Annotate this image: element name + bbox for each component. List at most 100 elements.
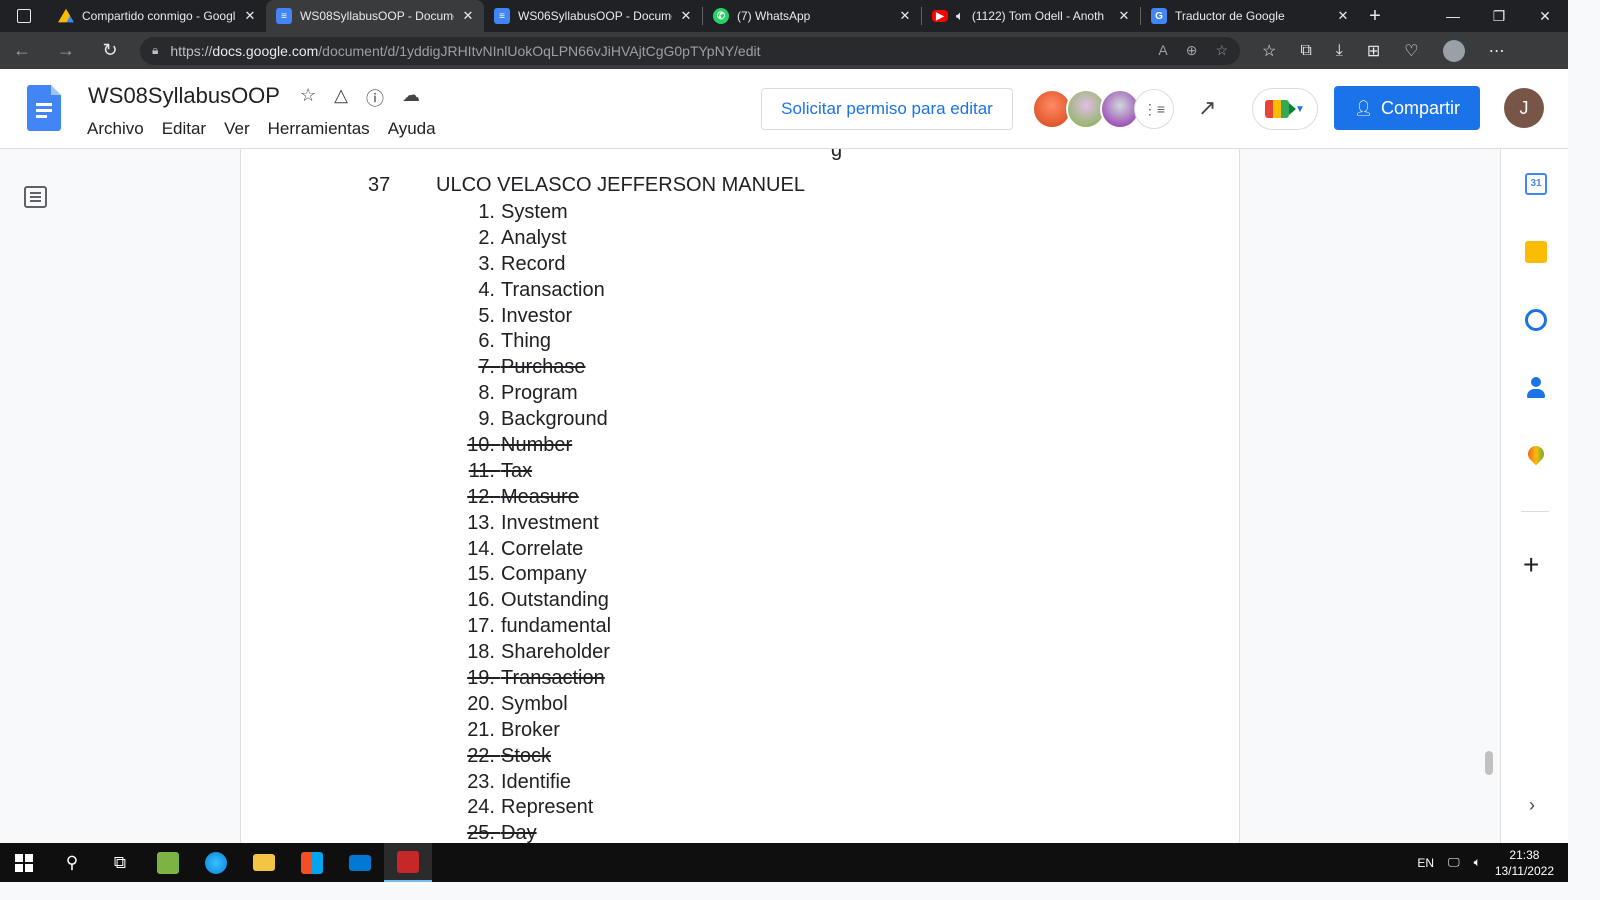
list-item-number: 6. [478, 330, 495, 353]
star-icon[interactable]: ☆ [300, 85, 316, 111]
contacts-icon[interactable] [1525, 377, 1547, 399]
close-tab-icon[interactable]: ✕ [678, 8, 694, 24]
volume-icon[interactable]: 🔈︎ [1474, 855, 1481, 870]
store-app-icon[interactable] [144, 843, 192, 882]
chevron-right-icon[interactable]: › [1529, 795, 1535, 816]
activity-dashboard-icon[interactable]: ↗ [1198, 95, 1216, 121]
youtube-icon: ▶ [932, 10, 948, 22]
browser-tab-strip: Compartido conmigo - Googl ✕ ≡ WS08Sylla… [0, 0, 1568, 32]
keep-icon[interactable] [1525, 241, 1547, 263]
windows-icon [15, 853, 33, 872]
people-icon: 👤︎ [1353, 100, 1374, 117]
running-app-icon[interactable] [384, 843, 432, 882]
show-all-viewers-icon[interactable]: ⋮≡ [1134, 89, 1174, 129]
menu-editar[interactable]: Editar [162, 119, 206, 139]
tab-title: Traductor de Google [1175, 9, 1285, 23]
list-item-text: Company [501, 563, 587, 586]
document-page[interactable]: g 37 ULCO VELASCO JEFFERSON MANUEL 1. Sy… [240, 149, 1240, 843]
settings-menu-icon[interactable]: ⋯ [1489, 41, 1505, 61]
close-tab-icon[interactable]: ✕ [1116, 8, 1132, 24]
close-tab-icon[interactable]: ✕ [897, 8, 913, 24]
cloud-status-icon[interactable]: ☁ [402, 85, 420, 111]
list-item-text: fundamental [501, 615, 612, 638]
list-item: 10. Number [465, 432, 611, 458]
lock-icon[interactable]: 🔒︎ [152, 43, 158, 58]
tab-whatsapp[interactable]: ✆ (7) WhatsApp ✕ [703, 0, 921, 32]
docs-logo-icon[interactable] [27, 85, 61, 131]
request-edit-access-button[interactable]: Solicitar permiso para editar [761, 88, 1013, 130]
get-addons-icon[interactable]: + [1523, 549, 1539, 581]
close-tab-icon[interactable]: ✕ [460, 8, 476, 24]
close-tab-icon[interactable]: ✕ [1335, 8, 1351, 24]
list-item-text: Program [501, 382, 578, 405]
list-item-number: 19. [467, 666, 495, 689]
search-icon[interactable]: ⚲ [48, 843, 96, 882]
task-view-icon[interactable]: ⧉ [96, 843, 144, 882]
network-icon[interactable]: 🖵︎ [1448, 855, 1460, 870]
collections-icon[interactable]: ⧉ [1300, 42, 1311, 60]
list-item: 2. Analyst [465, 225, 611, 251]
menu-archivo[interactable]: Archivo [87, 119, 144, 139]
start-button[interactable] [0, 843, 48, 882]
user-avatar[interactable]: J [1504, 88, 1544, 128]
share-button[interactable]: 👤︎ Compartir [1334, 86, 1480, 130]
info-icon[interactable]: ⓘ [366, 85, 384, 111]
reload-icon[interactable]: ↻ [88, 40, 132, 61]
clock[interactable]: 21:38 13/11/2022 [1495, 847, 1554, 879]
close-window-icon[interactable]: ✕ [1522, 8, 1568, 25]
extensions-icon[interactable]: ⊞ [1367, 41, 1380, 61]
add-favorite-icon[interactable]: ☆ [1215, 42, 1228, 59]
menu-ver[interactable]: Ver [224, 119, 250, 139]
file-explorer-icon[interactable] [240, 843, 288, 882]
tab-ws06-syllabus[interactable]: ≡ WS06SyllabusOOP - Documen ✕ [484, 0, 702, 32]
menu-ayuda[interactable]: Ayuda [388, 119, 436, 139]
partial-text-line: g [831, 149, 843, 161]
browser-essentials-icon[interactable]: ♡ [1404, 41, 1418, 61]
tab-ws08-syllabus[interactable]: ≡ WS08SyllabusOOP - Documen ✕ [266, 0, 484, 32]
list-item-text: Purchase [501, 356, 586, 379]
list-item-text: Correlate [501, 537, 584, 560]
tab-title: WS08SyllabusOOP - Documen [300, 9, 454, 23]
list-item: 3. Record [465, 251, 611, 277]
browser-profile-icon[interactable] [1442, 39, 1465, 62]
meet-button[interactable]: ▼ [1252, 88, 1318, 130]
move-to-drive-icon[interactable]: △ [334, 85, 348, 111]
list-item-number: 17. [467, 615, 495, 638]
calendar-icon[interactable]: 31 [1525, 173, 1547, 195]
tab-actions-button[interactable] [0, 0, 48, 32]
microsoft-store-icon[interactable] [288, 843, 336, 882]
side-panel: 31 + › [1500, 149, 1568, 843]
address-bar[interactable]: 🔒︎ https://docs.google.com/document/d/1y… [140, 36, 1240, 65]
list-item: 9. Background [465, 406, 611, 432]
edge-icon[interactable] [192, 843, 240, 882]
list-item-text: Broker [501, 718, 560, 741]
tab-youtube[interactable]: ▶ 🔈︎ (1122) Tom Odell - Anoth ✕ [922, 0, 1140, 32]
tab-google-translate[interactable]: G Traductor de Google ✕ [1141, 0, 1359, 32]
maps-icon[interactable] [1525, 446, 1547, 468]
list-item-number: 2. [478, 226, 495, 249]
downloads-icon[interactable]: ⤓ [1336, 42, 1343, 60]
new-tab-button[interactable]: + [1359, 5, 1391, 28]
favorites-icon[interactable]: ☆ [1262, 41, 1276, 61]
list-item: 6. Thing [465, 328, 611, 354]
speaker-icon[interactable]: 🔈︎ [956, 8, 964, 24]
forward-icon[interactable]: → [44, 40, 88, 61]
back-icon[interactable]: ← [0, 40, 44, 61]
document-title[interactable]: WS08SyllabusOOP [88, 83, 280, 109]
meet-icon [1265, 100, 1297, 118]
read-aloud-icon[interactable]: A [1158, 42, 1167, 59]
tasks-icon[interactable] [1525, 309, 1547, 331]
mail-icon[interactable] [336, 843, 384, 882]
docs-header: WS08SyllabusOOP ☆ △ ⓘ ☁ Archivo Editar V… [0, 69, 1568, 149]
document-outline-icon[interactable] [24, 186, 47, 208]
language-indicator[interactable]: EN [1417, 856, 1434, 870]
menu-herramientas[interactable]: Herramientas [268, 119, 370, 139]
zoom-icon[interactable]: ⊕ [1186, 42, 1198, 59]
translate-icon: G [1151, 8, 1167, 24]
minimize-icon[interactable]: — [1430, 8, 1476, 25]
scrollbar-thumb[interactable] [1485, 751, 1493, 775]
tab-shared-with-me[interactable]: Compartido conmigo - Googl ✕ [48, 0, 266, 32]
close-tab-icon[interactable]: ✕ [242, 8, 258, 24]
list-item-text: Measure [501, 485, 579, 508]
restore-icon[interactable]: ❐ [1476, 8, 1522, 25]
